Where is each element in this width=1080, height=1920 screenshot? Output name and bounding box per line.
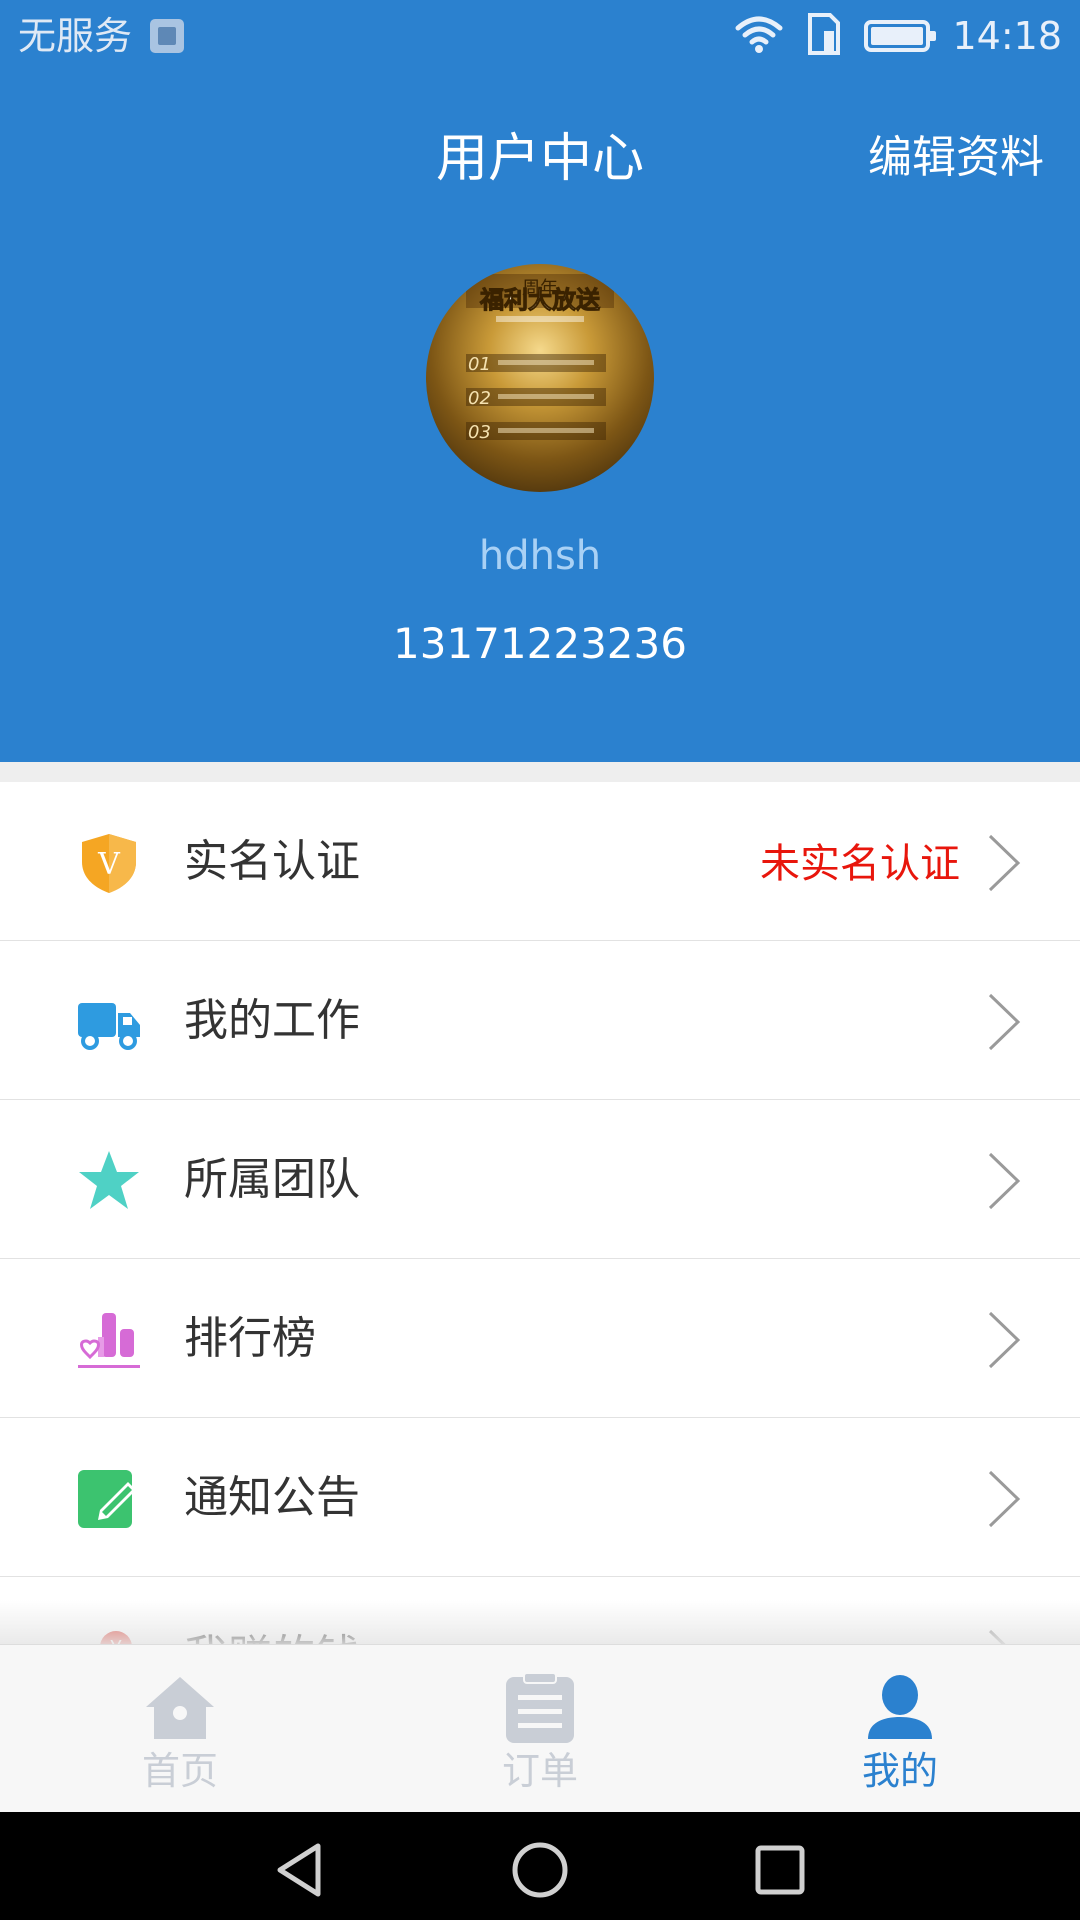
profile-header: 用户中心 编辑资料 周年 福利大放送 01 02 03 hdhsh 131712… <box>0 72 1080 762</box>
ranking-chart-icon <box>76 1307 142 1373</box>
phone-number: 13171223236 <box>393 619 687 668</box>
tab-label: 首页 <box>141 1749 218 1793</box>
status-left: 无服务 <box>18 12 185 60</box>
chevron-right-icon <box>984 1468 1024 1530</box>
wifi-icon <box>734 14 784 58</box>
home-icon <box>142 1673 218 1745</box>
tab-label: 订单 <box>501 1749 578 1793</box>
menu-item-my-work[interactable]: 我的工作 <box>0 941 1080 1100</box>
truck-icon <box>76 989 142 1055</box>
menu-item-label: 通知公告 <box>184 1472 360 1523</box>
back-icon[interactable] <box>270 1840 330 1900</box>
svg-text:V: V <box>97 847 121 882</box>
shield-v-icon: V <box>76 830 142 896</box>
home-circle-icon[interactable] <box>510 1840 570 1900</box>
edit-note-icon <box>76 1466 142 1532</box>
avatar-headline: 福利大放送 <box>479 286 601 314</box>
recents-square-icon[interactable] <box>750 1840 810 1900</box>
avatar-line-1: 01 <box>468 354 491 375</box>
verification-status: 未实名认证 <box>760 841 960 887</box>
username: hdhsh <box>478 533 602 579</box>
sim-icon <box>806 13 842 59</box>
avatar-line-2: 02 <box>468 388 491 409</box>
avatar-line-3: 03 <box>468 422 491 443</box>
menu-item-real-name[interactable]: V 实名认证 未实名认证 <box>0 782 1080 941</box>
tab-orders[interactable]: 订单 <box>360 1645 720 1812</box>
clock: 14:18 <box>952 14 1062 58</box>
edit-profile-button[interactable]: 编辑资料 <box>868 128 1044 188</box>
menu-list: V 实名认证 未实名认证 我的工作 所属团队 排行榜 通知公告 <box>0 782 1080 1644</box>
menu-item-label: 排行榜 <box>184 1313 316 1364</box>
status-bar: 无服务 14:18 <box>0 0 1080 72</box>
menu-item-ranking[interactable]: 排行榜 <box>0 1259 1080 1418</box>
chevron-right-icon <box>984 1150 1024 1212</box>
tab-label: 我的 <box>861 1749 938 1793</box>
carrier-label: 无服务 <box>18 14 133 58</box>
image-notification-icon <box>150 19 185 53</box>
clipboard-icon <box>502 1673 578 1745</box>
chevron-right-icon <box>984 1627 1024 1644</box>
tab-mine[interactable]: 我的 <box>720 1645 1080 1812</box>
menu-item-label: 所属团队 <box>184 1154 360 1205</box>
system-nav-bar <box>0 1812 1080 1920</box>
menu-item-team[interactable]: 所属团队 <box>0 1100 1080 1259</box>
avatar[interactable]: 周年 福利大放送 01 02 03 <box>426 264 654 492</box>
menu-item-label: 我的工作 <box>184 995 360 1046</box>
section-divider <box>0 762 1080 782</box>
chevron-right-icon <box>984 991 1024 1053</box>
menu-item-earnings[interactable]: ¥ 我赚的钱 <box>0 1577 1080 1644</box>
star-icon <box>76 1148 142 1214</box>
menu-item-label: 我赚的钱 <box>184 1629 360 1644</box>
bottom-tab-bar: 首页 订单 我的 <box>0 1644 1080 1812</box>
chevron-right-icon <box>984 1309 1024 1371</box>
chevron-right-icon <box>984 832 1024 894</box>
status-right: 14:18 <box>734 12 1062 60</box>
user-icon <box>862 1673 938 1745</box>
svg-text:¥: ¥ <box>110 1636 123 1644</box>
battery-icon <box>864 20 937 52</box>
tab-home[interactable]: 首页 <box>0 1645 360 1812</box>
menu-item-label: 实名认证 <box>184 836 360 887</box>
money-icon: ¥ <box>76 1625 142 1644</box>
menu-item-notices[interactable]: 通知公告 <box>0 1418 1080 1577</box>
